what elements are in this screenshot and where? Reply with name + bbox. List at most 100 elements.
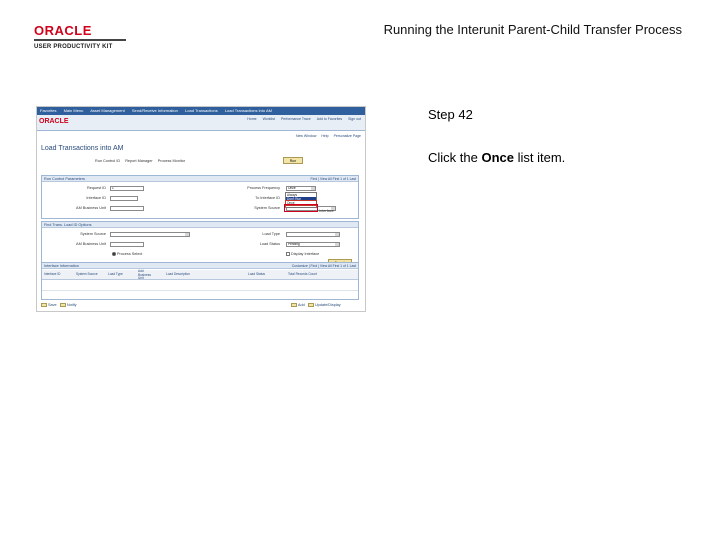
process-frequency-label: Process Frequency [247, 186, 280, 190]
page-title: Load Transactions into AM [41, 145, 124, 152]
process-frequency-select[interactable]: Once [286, 186, 316, 191]
app-header: ORACLE Home Worklist Performance Trace A… [37, 115, 365, 131]
app-logo: ORACLE [39, 118, 69, 125]
highlight-frame [284, 204, 318, 212]
load-type-label: Load Type [262, 232, 280, 236]
business-unit-label: AM Business Unit [76, 206, 106, 210]
process-monitor-link[interactable]: Process Monitor [158, 159, 185, 163]
column-header[interactable]: Load Type [108, 272, 123, 276]
utility-links: New Window Help Personalize Page [292, 134, 361, 138]
breadcrumb-item[interactable]: Send/Receive Information [132, 108, 178, 113]
chevron-down-icon [185, 233, 189, 236]
column-header[interactable]: System Source [76, 272, 98, 276]
system-source-label: System Source [80, 232, 106, 236]
business-unit-field[interactable] [110, 206, 144, 211]
display-interface-label: Display Interface [291, 252, 320, 256]
breadcrumb-item[interactable]: Favorites [40, 108, 56, 113]
instruction-suffix: list item. [513, 150, 566, 165]
request-id-label: Request ID [87, 186, 106, 190]
instruction-target: Once [481, 150, 514, 165]
chevron-down-icon [311, 187, 315, 190]
add-label: Add [298, 303, 305, 307]
system-source-select[interactable] [110, 232, 190, 237]
load-type-select[interactable] [286, 232, 340, 237]
table-row [42, 281, 358, 291]
brand-subtitle: USER PRODUCTIVITY KIT [34, 44, 113, 50]
help-link[interactable]: Help [321, 134, 328, 138]
system-source-label: System Source [254, 206, 280, 210]
step-label: Step 42 [428, 107, 473, 122]
grid-nav[interactable]: Customize | Find | View All First 1 of 1… [292, 263, 356, 268]
section-title: Run Control Parameters [44, 177, 85, 181]
column-header[interactable]: Add Business Unit [138, 269, 156, 281]
load-status-select[interactable]: Pending [286, 242, 340, 247]
run-controls: Run Control ID Report Manager Process Mo… [95, 159, 189, 163]
update-icon [307, 303, 314, 307]
run-control-id: Run Control ID [95, 159, 121, 163]
column-header[interactable]: Interface ID [44, 272, 60, 276]
instruction-prefix: Click the [428, 150, 482, 165]
section-title: Interface Information [44, 264, 79, 268]
chevron-down-icon [335, 233, 339, 236]
bottom-right-actions: Add Update/Display [291, 303, 341, 307]
am-business-unit-field[interactable] [110, 242, 144, 247]
process-frequency-value: Once [288, 186, 296, 190]
header-link-home[interactable]: Home [247, 117, 256, 121]
notify-icon [59, 303, 66, 307]
load-status-label: Load Status [259, 242, 280, 246]
display-interface-option[interactable]: Display Interface [286, 252, 319, 256]
section-header: Interface Information Customize | Find |… [42, 263, 358, 269]
breadcrumb: Favorites Main Menu Asset Management Sen… [37, 107, 365, 115]
section-header[interactable]: Find Trans. Load ID Options [42, 222, 358, 228]
breadcrumb-item[interactable]: Main Menu [64, 108, 84, 113]
interface-label: Interface [319, 209, 334, 213]
header-link-signout[interactable]: Sign out [348, 117, 361, 121]
to-interface-id-label: To Interface ID [255, 196, 280, 200]
add-button[interactable]: Add [291, 303, 305, 307]
header-link-favorites[interactable]: Add to Favorites [317, 117, 342, 121]
brand-rule [34, 39, 126, 41]
interface-id-field[interactable] [110, 196, 138, 201]
column-header[interactable]: Total Records Count [288, 272, 317, 276]
save-icon [41, 303, 47, 307]
oracle-upk-logo: ORACLE USER PRODUCTIVITY KIT [34, 24, 130, 50]
add-icon [291, 303, 297, 307]
save-label: Save [48, 303, 57, 307]
section-header: Run Control Parameters Find | View All F… [42, 176, 358, 182]
breadcrumb-item[interactable]: Load Transactions into AM [225, 108, 272, 113]
chevron-down-icon [335, 243, 339, 246]
breadcrumb-item[interactable]: Load Transactions [185, 108, 218, 113]
grid-header: Interface ID System Source Load Type Add… [42, 269, 358, 281]
new-window-link[interactable]: New Window [296, 134, 316, 138]
column-header[interactable]: Load Description [166, 272, 190, 276]
breadcrumb-item[interactable]: Asset Management [90, 108, 124, 113]
run-button[interactable]: Run [283, 157, 303, 164]
header-link-performance[interactable]: Performance Trace [281, 117, 311, 121]
brand-name: ORACLE [34, 23, 92, 38]
notify-label: Notify [66, 303, 77, 307]
report-manager-link[interactable]: Report Manager [125, 159, 152, 163]
process-select-option[interactable]: Process Select [112, 252, 142, 256]
request-id-field[interactable]: 1 [110, 186, 144, 191]
personalize-link[interactable]: Personalize Page [334, 134, 361, 138]
app-screenshot: Favorites Main Menu Asset Management Sen… [36, 106, 366, 312]
header-links: Home Worklist Performance Trace Add to F… [242, 117, 361, 121]
radio-icon [112, 252, 116, 256]
header-link-worklist[interactable]: Worklist [263, 117, 275, 121]
column-header[interactable]: Load Status [248, 272, 265, 276]
section-title: Find Trans. Load ID Options [44, 223, 92, 227]
am-business-unit-label: AM Business Unit [76, 242, 106, 246]
load-status-value: Pending [288, 242, 300, 246]
update-display-label: Update/Display [314, 303, 341, 307]
process-select-label: Process Select [117, 252, 143, 256]
bottom-left-actions: Save Notify [41, 303, 77, 307]
slide-title: Running the Interunit Parent-Child Trans… [383, 22, 682, 37]
interface-grid: Interface Information Customize | Find |… [41, 262, 359, 300]
instruction-text: Click the Once list item. [428, 150, 565, 165]
update-display-button[interactable]: Update/Display [307, 303, 341, 307]
checkbox-icon [286, 252, 290, 256]
interface-id-label: Interface ID [86, 196, 106, 200]
section-nav[interactable]: Find | View All First 1 of 1 Last [311, 176, 356, 181]
notify-button[interactable]: Notify [59, 303, 77, 307]
save-button[interactable]: Save [41, 303, 57, 307]
